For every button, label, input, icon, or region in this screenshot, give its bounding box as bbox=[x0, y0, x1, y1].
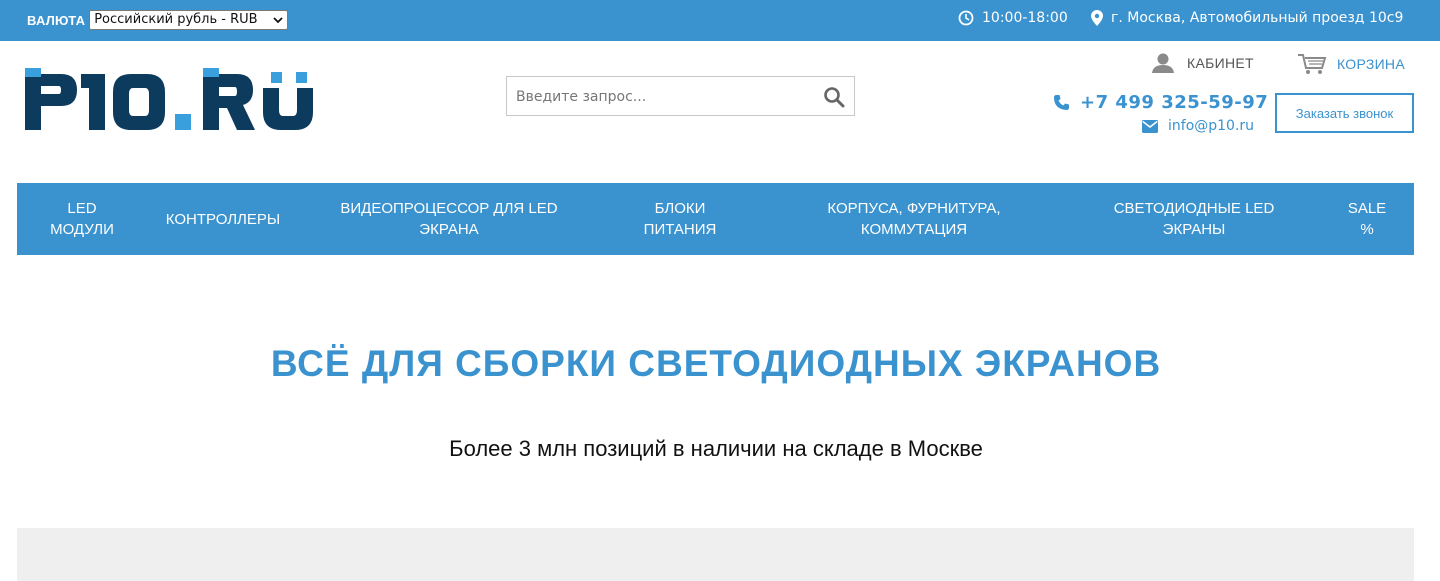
phone-link[interactable]: +7 499 325-59-97 bbox=[1053, 92, 1268, 113]
address[interactable]: г. Москва, Автомобильный проезд 10с9 bbox=[1091, 10, 1403, 26]
nav-item-label-line1: SALE bbox=[1347, 200, 1387, 217]
hero-title: ВСЁ ДЛЯ СБОРКИ СВЕТОДИОДНЫХ ЭКРАНОВ bbox=[270, 343, 1162, 384]
content-banner-area bbox=[17, 528, 1414, 581]
phone-number: +7 499 325-59-97 bbox=[1080, 92, 1269, 113]
nav-item-label-line2: КОММУТАЦИЯ bbox=[860, 221, 968, 238]
callback-button[interactable]: Заказать звонок bbox=[1275, 93, 1414, 133]
currency-select[interactable]: Российский рубль - RUB bbox=[89, 10, 289, 30]
currency-switcher: ВАЛЮТА Российский рубль - RUB bbox=[27, 10, 289, 30]
nav-item-label-line2: ПИТАНИЯ bbox=[643, 221, 717, 238]
cart-icon bbox=[1298, 54, 1327, 74]
envelope-icon bbox=[1142, 119, 1158, 133]
nav-item-label-line1: КОРПУСА, ФУРНИТУРА, bbox=[827, 200, 1001, 217]
nav-item-label-line1: БЛОКИ bbox=[654, 200, 706, 217]
nav-item-label-line2: ЭКРАНА bbox=[419, 221, 479, 238]
currency-label: ВАЛЮТА bbox=[27, 12, 86, 28]
nav-item-controllers[interactable]: КОНТРОЛЛЕРЫ bbox=[163, 183, 283, 255]
currency-selected-value: Российский рубль - RUB bbox=[94, 12, 258, 27]
search-icon[interactable] bbox=[823, 86, 845, 108]
logo-image bbox=[25, 68, 313, 130]
map-marker-icon bbox=[1091, 10, 1103, 26]
nav-item-label-line1: СВЕТОДИОДНЫЕ LED bbox=[1113, 200, 1275, 217]
search-input[interactable]: Введите запрос... bbox=[516, 89, 646, 105]
nav-item-label-line1: ВИДЕОПРОЦЕССОР ДЛЯ LED bbox=[340, 200, 558, 217]
hours-text: 10:00-18:00 bbox=[982, 10, 1068, 26]
cabinet-label: КАБИНЕТ bbox=[1187, 55, 1254, 71]
site-logo[interactable] bbox=[25, 68, 315, 132]
nav-item-label-line1: LED bbox=[67, 200, 97, 217]
nav-item-sale[interactable]: SALE% bbox=[1343, 183, 1391, 255]
hero-subtitle: Более 3 млн позиций в наличии на складе … bbox=[449, 436, 983, 461]
search-box[interactable]: Введите запрос... bbox=[506, 76, 855, 116]
user-icon bbox=[1152, 53, 1174, 73]
cabinet-link[interactable]: КАБИНЕТ bbox=[1151, 53, 1254, 73]
email-link[interactable]: info@p10.ru bbox=[1142, 118, 1254, 134]
nav-item-led-screens[interactable]: СВЕТОДИОДНЫЕ LED ЭКРАНЫ bbox=[1103, 183, 1285, 255]
chevron-down-icon bbox=[273, 17, 283, 24]
address-text: г. Москва, Автомобильный проезд 10с9 bbox=[1111, 10, 1404, 26]
nav-item-cases-fittings[interactable]: КОРПУСА, ФУРНИТУРА, КОММУТАЦИЯ bbox=[817, 183, 1011, 255]
working-hours: 10:00-18:00 bbox=[958, 10, 1068, 26]
nav-item-led-modules[interactable]: LED МОДУЛИ bbox=[50, 183, 114, 255]
nav-item-label-line2: ЭКРАНЫ bbox=[1162, 221, 1226, 238]
nav-item-label-line2: % bbox=[1360, 221, 1374, 238]
cart-link[interactable]: КОРЗИНА bbox=[1297, 53, 1405, 75]
nav-item-label-line2: МОДУЛИ bbox=[50, 221, 114, 238]
phone-icon bbox=[1054, 95, 1069, 110]
nav-item-power-supplies[interactable]: БЛОКИ ПИТАНИЯ bbox=[639, 183, 721, 255]
nav-item-label-line1: КОНТРОЛЛЕРЫ bbox=[165, 210, 281, 228]
nav-item-videoprocessor[interactable]: ВИДЕОПРОЦЕССОР ДЛЯ LED ЭКРАНА bbox=[335, 183, 563, 255]
clock-icon bbox=[958, 10, 974, 26]
top-bar: ВАЛЮТА Российский рубль - RUB 10:00-18:0… bbox=[0, 0, 1440, 41]
cart-label: КОРЗИНА bbox=[1337, 56, 1405, 72]
email-address: info@p10.ru bbox=[1168, 118, 1255, 134]
main-nav: LED МОДУЛИ КОНТРОЛЛЕРЫ ВИДЕОПРОЦЕССОР ДЛЯ… bbox=[17, 183, 1414, 255]
